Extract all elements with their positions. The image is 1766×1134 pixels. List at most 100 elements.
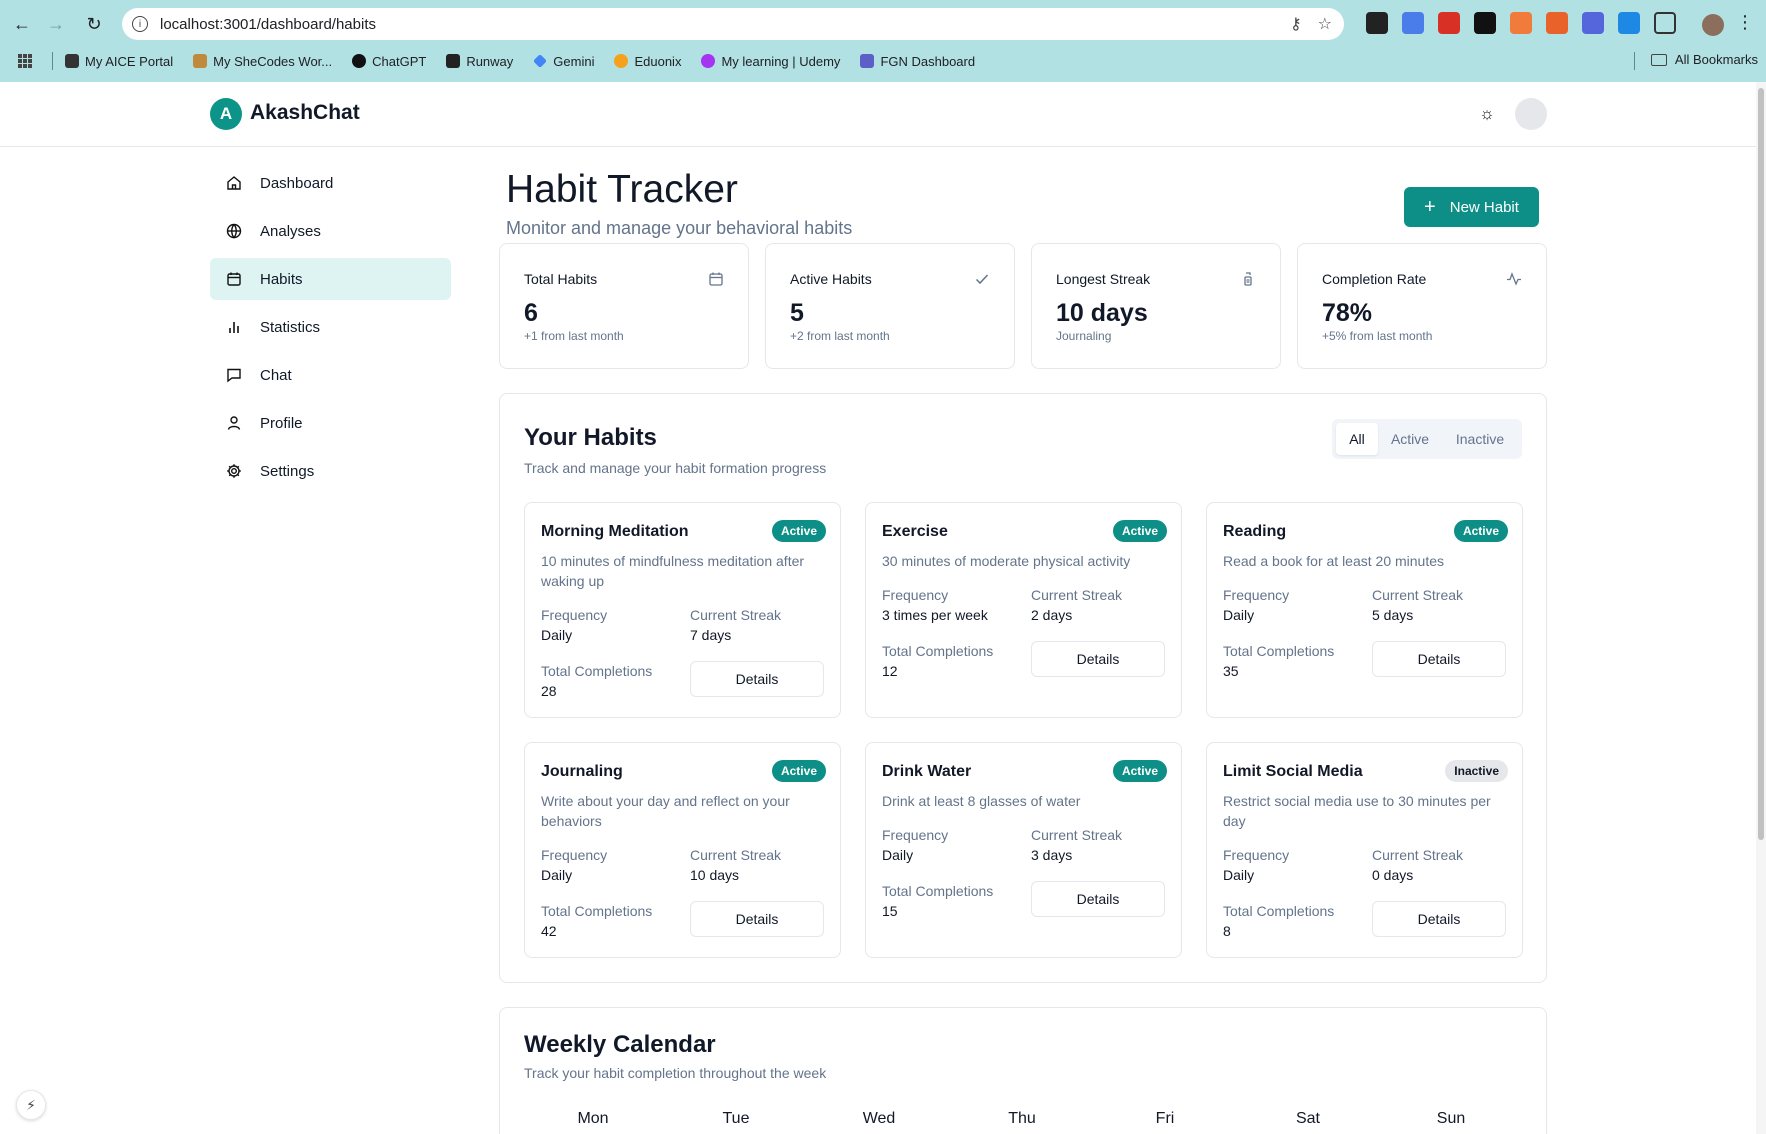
calendar-title: Weekly Calendar xyxy=(524,1031,716,1058)
completions-value: 35 xyxy=(1223,663,1239,679)
sidebar-item-label: Statistics xyxy=(260,318,321,336)
bookmarks-divider xyxy=(52,52,53,70)
check-icon xyxy=(975,274,989,285)
address-bar[interactable]: i localhost:3001/dashboard/habits ⚷ ☆ xyxy=(122,8,1344,40)
sidebar-item-settings[interactable]: Settings xyxy=(210,450,451,492)
habit-name: Drink Water xyxy=(882,763,972,780)
puzzle-extensions-icon[interactable] xyxy=(1654,12,1676,34)
bookmark-item[interactable]: ChatGPT xyxy=(352,54,426,69)
stat-value: 6 xyxy=(524,299,538,327)
plus-icon: + xyxy=(1424,196,1436,218)
frequency-label: Frequency xyxy=(541,847,608,863)
sidebar-item-chat[interactable]: Chat xyxy=(210,354,451,396)
sun-icon[interactable]: ☼ xyxy=(1476,103,1498,125)
app-logo[interactable]: A xyxy=(210,98,242,130)
habit-card-drink-water: Drink Water Active Drink at least 8 glas… xyxy=(865,742,1182,958)
streak-label: Current Streak xyxy=(1031,827,1123,843)
tab-inactive[interactable]: Inactive xyxy=(1442,423,1518,455)
sidebar-item-habits[interactable]: Habits xyxy=(210,258,451,300)
completions-value: 15 xyxy=(882,903,898,919)
fox-extension-icon[interactable] xyxy=(1546,12,1568,34)
f-extension-icon[interactable] xyxy=(1474,12,1496,34)
details-button[interactable]: Details xyxy=(690,661,824,697)
habit-name: Limit Social Media xyxy=(1223,763,1363,780)
sidebar-item-statistics[interactable]: Statistics xyxy=(210,306,451,348)
bookmark-label: Runway xyxy=(466,53,514,69)
calendar-subtitle: Track your habit completion throughout t… xyxy=(524,1065,827,1081)
avatar[interactable] xyxy=(1515,98,1547,130)
site-info-icon[interactable]: i xyxy=(132,16,148,32)
stat-card-total-habits: Total Habits 6 +1 from last month xyxy=(499,243,749,369)
calendar-day: Sat xyxy=(1295,1110,1320,1127)
bookmark-item[interactable]: Runway xyxy=(446,54,513,69)
stat-value: 78% xyxy=(1322,299,1373,327)
streak-label: Current Streak xyxy=(690,847,782,863)
habits-section-title: Your Habits xyxy=(524,424,657,451)
status-badge: Active xyxy=(1112,520,1167,542)
frequency-label: Frequency xyxy=(1223,587,1290,603)
bookmark-item[interactable]: Gemini xyxy=(533,54,594,69)
bookmark-favicon-icon xyxy=(860,54,875,68)
calendar-icon xyxy=(709,272,723,286)
tab-active[interactable]: Active xyxy=(1378,423,1442,455)
bookmark-item[interactable]: My AICE Portal xyxy=(65,54,173,69)
all-bookmarks-button[interactable]: All Bookmarks xyxy=(1650,52,1758,67)
apps-grid-icon[interactable] xyxy=(18,54,32,68)
new-habit-button[interactable]: + New Habit xyxy=(1404,187,1539,227)
calendar-day: Wed xyxy=(862,1110,896,1127)
details-button[interactable]: Details xyxy=(1031,641,1165,677)
habit-description: 10 minutes of mindfulness meditation aft… xyxy=(541,553,805,589)
forward-icon[interactable]: → xyxy=(44,12,68,36)
completions-value: 12 xyxy=(882,663,898,679)
stat-value: 5 xyxy=(790,299,804,327)
calendar-day: Mon xyxy=(577,1110,609,1127)
streak-label: Current Streak xyxy=(690,607,782,623)
sidebar-item-analyses[interactable]: Analyses xyxy=(210,210,451,252)
habit-name: Journaling xyxy=(541,763,623,780)
extensions-bar xyxy=(1366,12,1676,34)
weekly-calendar-panel: Weekly Calendar Track your habit complet… xyxy=(499,1007,1547,1134)
bookmark-item[interactable]: My SheCodes Wor... xyxy=(193,54,332,69)
page-scrollbar[interactable] xyxy=(1756,82,1766,1134)
stat-label: Longest Streak xyxy=(1056,271,1151,287)
habit-name: Exercise xyxy=(882,523,948,540)
lightning-icon[interactable]: ⚡ xyxy=(16,1090,46,1120)
details-button[interactable]: Details xyxy=(1372,641,1506,677)
details-button[interactable]: Details xyxy=(1031,881,1165,917)
tab-all[interactable]: All xyxy=(1336,423,1378,455)
streak-label: Current Streak xyxy=(1372,587,1464,603)
url-text[interactable]: localhost:3001/dashboard/habits xyxy=(160,16,376,33)
frequency-value: Daily xyxy=(541,627,573,643)
calendar-day: Tue xyxy=(722,1110,750,1127)
pen-extension-icon[interactable] xyxy=(1366,12,1388,34)
bookmark-label: Gemini xyxy=(553,53,595,69)
calendar-icon xyxy=(226,271,242,287)
todoist-extension-icon[interactable] xyxy=(1438,12,1460,34)
bookmark-star-icon[interactable]: ☆ xyxy=(1318,14,1332,34)
details-button[interactable]: Details xyxy=(690,901,824,937)
frequency-label: Frequency xyxy=(541,607,608,623)
key-icon[interactable]: ⚷ xyxy=(1290,14,1302,34)
details-button[interactable]: Details xyxy=(1372,901,1506,937)
bookmark-item[interactable]: Eduonix xyxy=(614,54,681,69)
sidebar-item-profile[interactable]: Profile xyxy=(210,402,451,444)
scrollbar-thumb[interactable] xyxy=(1758,88,1764,840)
translate-extension-icon[interactable] xyxy=(1402,12,1424,34)
message-icon xyxy=(226,367,242,383)
bookmark-label: FGN Dashboard xyxy=(880,53,976,69)
back-icon[interactable]: ← xyxy=(10,12,34,36)
k-extension-icon[interactable] xyxy=(1618,12,1640,34)
browser-profile-avatar[interactable] xyxy=(1702,14,1724,36)
streak-value: 10 days xyxy=(690,867,740,883)
bookmarks-bar: My AICE Portal My SheCodes Wor... ChatGP… xyxy=(0,48,1766,74)
a-extension-icon[interactable] xyxy=(1510,12,1532,34)
bookmark-item[interactable]: FGN Dashboard xyxy=(860,54,975,69)
habit-card-journaling: Journaling Active Write about your day a… xyxy=(524,742,841,958)
app-name[interactable]: AkashChat xyxy=(250,101,360,125)
sidebar-item-dashboard[interactable]: Dashboard xyxy=(210,162,451,204)
sidebar-nav: Dashboard Analyses Habits Statistics Cha… xyxy=(210,162,451,498)
bot-extension-icon[interactable] xyxy=(1582,12,1604,34)
bookmark-item[interactable]: My learning | Udemy xyxy=(701,54,840,69)
reload-icon[interactable]: ↻ xyxy=(82,12,106,36)
browser-menu-icon[interactable]: ⋮ xyxy=(1736,12,1754,33)
